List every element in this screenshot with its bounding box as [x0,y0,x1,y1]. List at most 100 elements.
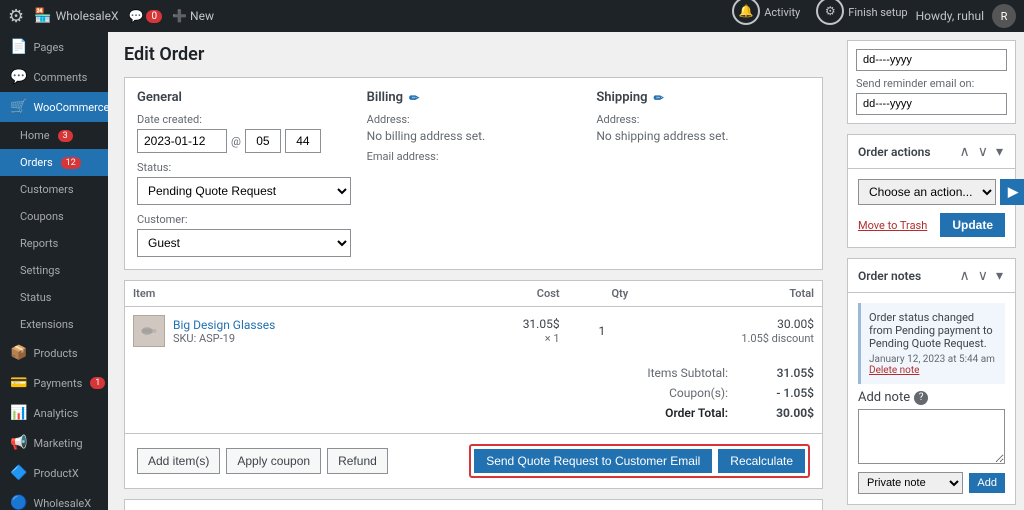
at-symbol: @ [231,135,241,148]
sidebar-item-coupons[interactable]: Coupons [0,203,108,230]
billing-address-label: Address: [367,113,581,126]
wholesalex-icon: 🔵 [10,495,27,510]
comments-icon: 💬 [10,69,27,85]
shipping-section: Shipping ✏ Address: No shipping address … [596,90,810,257]
marketing-icon: 📢 [10,435,27,451]
delete-note-link[interactable]: Delete note [869,365,919,376]
add-note-help-icon: ? [914,391,928,405]
new-button[interactable]: ➕ New [172,9,214,23]
product-qty: 1 [568,307,637,356]
sidebar-item-reports[interactable]: Reports [0,230,108,257]
user-avatar[interactable]: R [992,4,1016,28]
time-min-input[interactable] [285,129,321,153]
sidebar-item-products[interactable]: 📦 Products [0,338,108,368]
sidebar-item-productx[interactable]: 🔷 ProductX [0,458,108,488]
add-note-label: Add note [858,390,910,405]
sidebar-item-customers[interactable]: Customers [0,176,108,203]
payments-icon: 💳 [10,375,27,391]
general-billing-shipping-section: General Date created: @ Status: [124,77,823,270]
note-meta: January 12, 2023 at 5:44 am Delete note [869,354,997,376]
order-notes-down[interactable]: ∨ [976,267,990,284]
note-type-select[interactable]: Private note [858,472,963,494]
date-field-2[interactable] [856,93,1007,115]
woocommerce-icon: 🛒 [10,99,27,115]
run-action-button[interactable]: ▶ [1000,179,1024,205]
sidebar-item-orders[interactable]: Orders 12 [0,149,108,176]
send-quote-button[interactable]: Send Quote Request to Customer Email [474,449,712,473]
order-notes-title: Order notes [858,269,921,283]
order-notes-up[interactable]: ∧ [957,267,971,284]
customer-select[interactable]: Guest [137,229,351,257]
product-image [133,315,165,347]
item-col-header: Item [125,281,457,307]
product-total: 30.00$ 1.05$ discount [636,307,822,356]
order-actions-down[interactable]: ∨ [976,143,990,160]
notifications-count[interactable]: 💬 0 [128,9,162,23]
site-name[interactable]: 🏪 WholesaleX [34,8,118,24]
status-label: Status: [137,161,351,174]
billing-email-label: Email address: [367,150,581,163]
order-actions-up[interactable]: ∧ [957,143,971,160]
sidebar-item-extensions[interactable]: Extensions [0,311,108,338]
add-note-area: Add note ? Private note Add [858,390,1005,494]
sidebar-item-settings[interactable]: Settings [0,257,108,284]
sidebar-item-woocommerce[interactable]: 🛒 WooCommerce [0,92,108,122]
product-sku: SKU: ASP-19 [173,332,275,345]
subtotal-value: 31.05$ [744,366,814,380]
shipping-address-label: Address: [596,113,810,126]
page-title: Edit Order [124,44,823,65]
order-notes-toggle[interactable]: ▾ [994,267,1005,284]
billing-address-value: No billing address set. [367,129,486,143]
note-text: Order status changed from Pending paymen… [869,311,997,350]
date-input[interactable] [137,129,227,153]
add-note-button[interactable]: Add [969,473,1005,493]
sidebar-item-home[interactable]: Home 3 [0,122,108,149]
productx-icon: 🔷 [10,465,27,481]
update-button[interactable]: Update [940,213,1005,237]
reminder-section: Send reminder email on: [847,40,1016,124]
pages-icon: 📄 [10,39,27,55]
cost-col-header: Cost [457,281,568,307]
coupon-value: - 1.05$ [744,386,814,400]
sidebar-item-comments[interactable]: 💬 Comments [0,62,108,92]
order-total-label: Order Total: [608,406,728,420]
coupon-label: Coupon(s): [608,386,728,400]
apply-coupon-button[interactable]: Apply coupon [226,448,321,474]
order-actions-toggle[interactable]: ▾ [994,143,1005,160]
table-row: Big Design Glasses SKU: ASP-19 31.05$× 1… [125,307,822,356]
qty-col-header: Qty [568,281,637,307]
order-action-select[interactable]: Choose an action... [858,179,996,205]
add-items-button[interactable]: Add item(s) [137,448,220,474]
billing-edit-icon[interactable]: ✏ [409,91,419,105]
sidebar-item-payments[interactable]: 💳 Payments 1 [0,368,108,398]
sidebar-item-marketing[interactable]: 📢 Marketing [0,428,108,458]
order-actions-section: Order actions ∧ ∨ ▾ Choose an action... … [847,134,1016,248]
order-actions-title: Order actions [858,145,931,159]
order-notes-section: Order notes ∧ ∨ ▾ Order status changed f… [847,258,1016,505]
order-note-item: Order status changed from Pending paymen… [858,303,1005,384]
billing-section: Billing ✏ Address: No billing address se… [367,90,581,257]
move-to-trash-link[interactable]: Move to Trash [858,219,927,232]
sidebar-item-analytics[interactable]: 📊 Analytics [0,398,108,428]
sidebar-item-pages[interactable]: 📄 Pages [0,32,108,62]
subtotal-label: Items Subtotal: [608,366,728,380]
sidebar-item-status[interactable]: Status [0,284,108,311]
total-col-header: Total [636,281,822,307]
refund-button[interactable]: Refund [327,448,388,474]
activity-button[interactable]: 🔔 Activity [732,0,800,27]
sidebar-item-wholesalex[interactable]: 🔵 WholesaleX [0,488,108,510]
items-section: Item Cost Qty Total [124,280,823,489]
time-hour-input[interactable] [245,129,281,153]
howdy-text: Howdy, ruhul [916,9,984,23]
discount-text: 1.05$ discount [741,332,814,345]
note-textarea[interactable] [858,409,1005,464]
finish-setup-button[interactable]: ⚙ Finish setup [816,0,907,27]
status-select[interactable]: Pending Quote Request [137,177,351,205]
custom-fields-section: Custom Fields ∧ ∨ ▾ Add New Custom Field… [124,499,823,510]
send-reminder-label: Send reminder email on: [856,77,1007,90]
product-name-link[interactable]: Big Design Glasses [173,318,275,332]
shipping-edit-icon[interactable]: ✏ [654,91,664,105]
order-total-value: 30.00$ [744,406,814,420]
recalculate-button[interactable]: Recalculate [718,449,805,473]
date-field-1[interactable] [856,49,1007,71]
